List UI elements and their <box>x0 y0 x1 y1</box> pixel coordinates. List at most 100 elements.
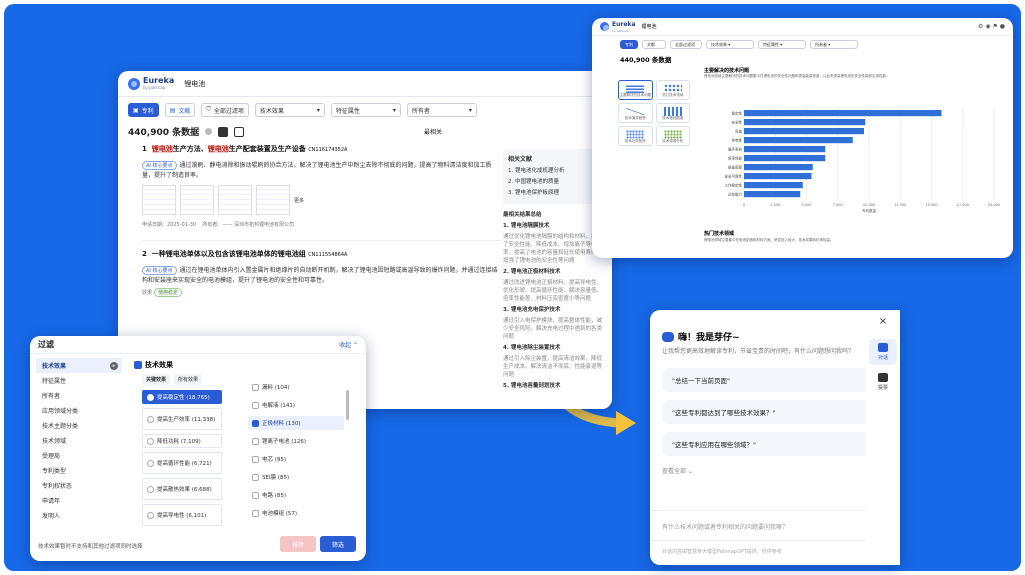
radio-icon <box>147 437 154 445</box>
term-option[interactable]: 漏料 (104) <box>248 380 344 394</box>
term-option[interactable]: 电路 (85) <box>248 488 344 502</box>
header-icons[interactable]: ⚙ ◉ ⚑ ● <box>978 23 1005 30</box>
x-tick-label: 10,000 <box>863 203 875 207</box>
tab-literature[interactable]: ▤ 文献 <box>164 103 196 117</box>
term-option[interactable]: 正极材料 (130) <box>248 416 344 430</box>
drawing-thumb[interactable] <box>142 185 176 215</box>
related-link[interactable]: 1. 锂电池化成机理分析 <box>508 166 598 174</box>
rail-vote-button[interactable]: 投票 <box>869 373 897 391</box>
feature-dropdown[interactable]: 特征属性 ▾ <box>330 103 401 117</box>
filter-category[interactable]: 发明人 <box>36 508 122 523</box>
bar[interactable] <box>744 164 813 171</box>
effect-option[interactable]: 提高循环性能 (6,721) <box>142 452 222 474</box>
bar[interactable] <box>744 155 826 162</box>
tab-patent[interactable]: ▣ 专利 <box>128 103 159 117</box>
bar[interactable] <box>744 182 803 189</box>
suggestion-summarize[interactable]: "总结一下当前页面"➤ <box>662 368 888 392</box>
radio-icon <box>147 485 154 493</box>
tab-literature[interactable]: 文献 <box>642 40 666 49</box>
effect-option[interactable]: 提高生产效率 (11,338) <box>142 408 222 430</box>
filter-categories: 技术效果 ▸ 特征属性 所有者 应用领域分类 技术主题分类 技术领域 受理局 专利类型 专利权状态… <box>36 358 122 523</box>
close-icon[interactable]: × <box>866 310 900 327</box>
list-view-icon[interactable] <box>218 126 229 137</box>
filter-button[interactable]: 全部过滤项 <box>670 40 702 49</box>
term-option[interactable]: 电解液 (141) <box>248 398 344 412</box>
viz-tool[interactable]: 技术功效矩阵 <box>618 126 653 146</box>
radio-icon <box>147 459 154 467</box>
bar[interactable] <box>744 146 826 153</box>
view-all-link[interactable]: 查看全部 ⌄ <box>650 464 900 477</box>
viz-tool[interactable]: 主要解决的技术问题 <box>618 80 653 100</box>
bar[interactable] <box>744 128 864 135</box>
related-link[interactable]: 3. 锂电池保护板原理 <box>508 188 598 196</box>
viz-tool[interactable]: 技术领域分布 <box>655 126 690 146</box>
filter-category[interactable]: 受理局 <box>36 448 122 463</box>
owner-dropdown[interactable]: 所有者 ▾ <box>810 40 858 49</box>
filter-all-button[interactable]: ⛉ 全部过滤项 <box>201 103 249 117</box>
checkbox-icon <box>252 437 259 445</box>
related-link[interactable]: 2. 中国锂电池的质量 <box>508 177 598 185</box>
ai-summary-tag: AI 核心要点 <box>142 161 177 170</box>
result-item-1[interactable]: 1 锂电池生产方法、锂电池生产配套装置及生产设备 CN116174352A AI… <box>142 144 502 228</box>
effect-option[interactable]: 提高散热效果 (6,688) <box>142 478 222 500</box>
viz-tool[interactable]: 技术演变趋势 <box>618 103 653 123</box>
search-query[interactable]: 锂电池 <box>184 79 205 89</box>
section-title: 热门技术领域 <box>704 231 735 237</box>
feature-dropdown[interactable]: 特征属性 ▾ <box>758 40 806 49</box>
term-option[interactable]: 电芯 (95) <box>248 452 344 466</box>
tech-effect-dropdown[interactable]: 技术效果 ▾ <box>254 103 325 117</box>
drawing-thumb[interactable] <box>218 185 252 215</box>
collapse-button[interactable]: 收起 ⌃ <box>339 340 358 349</box>
y-tick-label: 容量 <box>735 129 743 134</box>
bar[interactable] <box>744 119 866 126</box>
more-thumbs-button[interactable]: 更多 <box>294 197 304 204</box>
chat-input[interactable]: 有什么技术问题或者专利相关的问题要问我嘛？➤ <box>662 522 888 531</box>
y-tick-label: 安全可靠性 <box>725 174 743 179</box>
bar[interactable] <box>744 173 812 180</box>
bar[interactable] <box>744 191 801 198</box>
tab-patent[interactable]: 专利 <box>620 40 638 49</box>
assistant-chat: 嗨！我是芽仔~ 让我帮您更高效地解读专利，节省宝贵的时间吧，有什么问题想问我吗？… <box>650 310 900 565</box>
term-option[interactable]: 锂离子电池 (126) <box>248 434 344 448</box>
filter-category[interactable]: 应用领域分类 <box>36 403 122 418</box>
filter-category[interactable]: 技术领域 <box>36 433 122 448</box>
viz-tool[interactable]: 热门技术领域 <box>655 80 690 100</box>
owner-dropdown[interactable]: 所有者 ▾ <box>406 103 477 117</box>
bar[interactable] <box>744 137 853 144</box>
rail-chat-button[interactable]: 对话 <box>869 339 897 365</box>
filter-title: 过滤 <box>38 340 54 349</box>
effect-options: 提高稳定性 (18,765) 提高生产效率 (11,338) 降低功耗 (7,109… <box>142 390 222 530</box>
effect-option[interactable]: 提高导电性 (6,101) <box>142 504 222 526</box>
section-desc: 锂电池领域主要集中在电池制造和材料方面，研发投入较大，技术成果转化率较高。 <box>704 238 834 242</box>
y-tick-label: 倍率性能 <box>728 156 742 161</box>
filter-category[interactable]: 特征属性 <box>36 373 122 388</box>
term-option[interactable]: 电池模组 (57) <box>248 506 344 520</box>
filter-category[interactable]: 所有者 <box>36 388 122 403</box>
suggestion-fields[interactable]: "这些专利应用在哪些领域？"➤ <box>662 432 888 456</box>
sort-dropdown[interactable]: 最相关 <box>424 127 442 136</box>
tab-all-effect[interactable]: 所有效果 <box>174 374 203 385</box>
drawing-thumb[interactable] <box>180 185 214 215</box>
x-axis-label: 专利数量 <box>862 208 876 213</box>
filter-category[interactable]: 专利权状态 <box>36 478 122 493</box>
tech-effect-dropdown[interactable]: 技术效果 ▾ <box>706 40 754 49</box>
apply-filter-button[interactable]: 筛选 <box>320 536 356 552</box>
bar[interactable] <box>744 110 942 117</box>
filter-category[interactable]: 技术效果 ▸ <box>36 358 122 373</box>
filter-category[interactable]: 专利类型 <box>36 463 122 478</box>
effect-option[interactable]: 降低功耗 (7,109) <box>142 434 222 448</box>
drawing-thumb[interactable] <box>256 185 290 215</box>
x-tick-label: 0 <box>743 203 745 207</box>
grid-view-icon[interactable] <box>234 126 245 137</box>
suggestion-effects[interactable]: "这些专利都达到了哪些技术效果？"➤ <box>662 400 888 424</box>
scrollbar[interactable] <box>346 390 349 420</box>
effect-option[interactable]: 提高稳定性 (18,765) <box>142 390 222 404</box>
y-tick-label: 工作稳定性 <box>725 183 743 188</box>
tab-key-effect[interactable]: 关键效果 <box>142 374 171 385</box>
exclude-button[interactable]: 排除 <box>280 536 316 552</box>
filter-category[interactable]: 申请年 <box>36 493 122 508</box>
viz-tool[interactable]: 技术路线图谱 <box>655 103 690 123</box>
result-item-2[interactable]: 2 一种锂电池单体以及包含该锂电池单体的锂电池组 CN111554864A AI… <box>142 240 502 297</box>
term-option[interactable]: SEI膜 (85) <box>248 470 344 484</box>
filter-category[interactable]: 技术主题分类 <box>36 418 122 433</box>
